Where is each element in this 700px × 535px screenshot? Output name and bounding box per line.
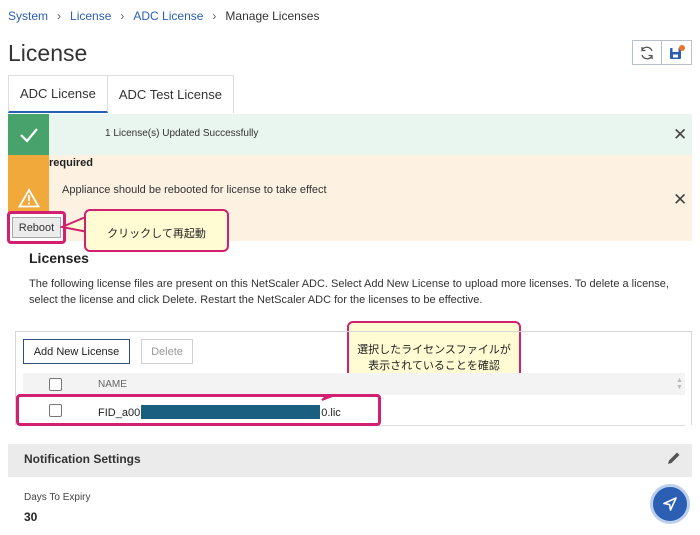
warning-message: Appliance should be rebooted for license…	[62, 184, 327, 196]
tab-adc-license[interactable]: ADC License	[8, 75, 108, 113]
row-highlight	[16, 394, 381, 426]
close-icon[interactable]: ✕	[673, 126, 687, 143]
reboot-highlight: Reboot	[7, 211, 66, 244]
tab-adc-test-license[interactable]: ADC Test License	[107, 75, 234, 113]
warning-title: required	[49, 157, 94, 169]
refresh-icon	[641, 46, 653, 59]
breadcrumb-current: Manage Licenses	[225, 9, 320, 23]
pencil-icon[interactable]	[666, 450, 682, 466]
days-to-expiry-value: 30	[24, 510, 38, 524]
refresh-button[interactable]	[632, 40, 662, 65]
select-all-checkbox[interactable]	[49, 378, 62, 391]
page-toolbar	[632, 40, 692, 65]
save-config-button[interactable]	[662, 40, 692, 65]
close-icon[interactable]: ✕	[673, 191, 687, 208]
chevron-right-icon: ›	[212, 9, 217, 23]
chevron-right-icon: ›	[120, 9, 125, 23]
breadcrumb: System › License › ADC License › Manage …	[8, 9, 319, 23]
callout-reboot: クリックして再起動	[84, 209, 229, 252]
breadcrumb-system[interactable]: System	[8, 9, 48, 23]
notification-settings-title: Notification Settings	[24, 452, 141, 466]
column-header-name[interactable]: NAME	[98, 379, 127, 390]
checkmark-icon	[8, 114, 49, 155]
sort-icon[interactable]: ▲ ▼	[676, 377, 683, 391]
reboot-button[interactable]: Reboot	[12, 217, 61, 238]
navigate-icon	[663, 497, 677, 511]
section-title: Licenses	[29, 250, 89, 266]
chevron-right-icon: ›	[57, 9, 62, 23]
breadcrumb-license[interactable]: License	[70, 9, 111, 23]
tab-bar: ADC License ADC Test License	[8, 75, 234, 113]
breadcrumb-adc-license[interactable]: ADC License	[133, 9, 203, 23]
page-title: License	[8, 40, 88, 66]
add-new-license-button[interactable]: Add New License	[23, 339, 130, 364]
save-icon	[669, 44, 685, 59]
delete-button[interactable]: Delete	[141, 339, 193, 364]
success-message: 1 License(s) Updated Successfully	[105, 128, 259, 139]
days-to-expiry-label: Days To Expiry	[24, 492, 91, 503]
success-banner: 1 License(s) Updated Successfully ✕	[8, 114, 692, 155]
navigation-fab[interactable]	[650, 484, 690, 524]
section-description: The following license files are present …	[29, 278, 669, 306]
